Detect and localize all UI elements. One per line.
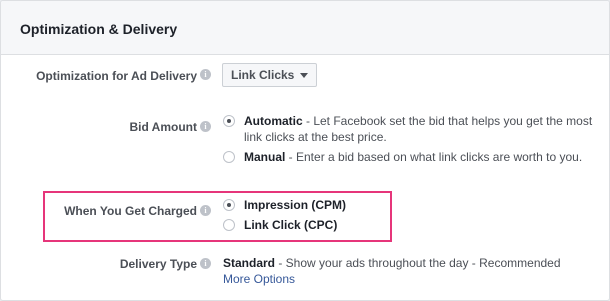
charged-info-icon[interactable]: i bbox=[200, 205, 211, 216]
bid-amount-label: Bid Amount bbox=[129, 120, 197, 134]
optimization-label: Optimization for Ad Delivery bbox=[36, 69, 197, 83]
caret-down-icon bbox=[300, 73, 309, 79]
charged-link-click-radio[interactable] bbox=[223, 219, 235, 231]
bid-manual-description: - Enter a bid based on what link clicks … bbox=[285, 150, 583, 164]
delivery-type-label: Delivery Type bbox=[119, 257, 197, 271]
bid-manual-name: Manual bbox=[244, 150, 286, 164]
optimization-dropdown[interactable]: Link Clicks bbox=[222, 63, 318, 87]
delivery-type-info-icon[interactable]: i bbox=[200, 258, 211, 269]
charged-impression-radio[interactable] bbox=[223, 199, 235, 211]
charged-impression-option[interactable]: Impression (CPM) bbox=[244, 197, 594, 213]
delivery-type-description: - Show your ads throughout the day - Rec… bbox=[275, 256, 561, 270]
bid-automatic-option[interactable]: Automatic - Let Facebook set the bid tha… bbox=[244, 113, 594, 145]
optimization-info-icon[interactable]: i bbox=[200, 69, 211, 80]
charged-link-click-name: Link Click (CPC) bbox=[244, 218, 338, 232]
section-title: Optimization & Delivery bbox=[1, 1, 609, 55]
bid-manual-option[interactable]: Manual - Enter a bid based on what link … bbox=[244, 149, 594, 165]
more-options-link[interactable]: More Options bbox=[223, 271, 573, 287]
bid-manual-radio[interactable] bbox=[223, 151, 235, 163]
delivery-type-value: Standard - Show your ads throughout the … bbox=[223, 255, 573, 271]
optimization-delivery-panel: Optimization & Delivery Optimization for… bbox=[0, 0, 610, 301]
charged-label: When You Get Charged bbox=[64, 204, 197, 218]
bid-automatic-name: Automatic bbox=[244, 114, 303, 128]
bid-amount-info-icon[interactable]: i bbox=[200, 121, 211, 132]
optimization-dropdown-value: Link Clicks bbox=[231, 68, 295, 82]
charged-impression-name: Impression (CPM) bbox=[244, 198, 347, 212]
charged-link-click-option[interactable]: Link Click (CPC) bbox=[244, 217, 594, 233]
bid-automatic-radio[interactable] bbox=[223, 115, 235, 127]
delivery-type-name: Standard bbox=[223, 256, 276, 270]
